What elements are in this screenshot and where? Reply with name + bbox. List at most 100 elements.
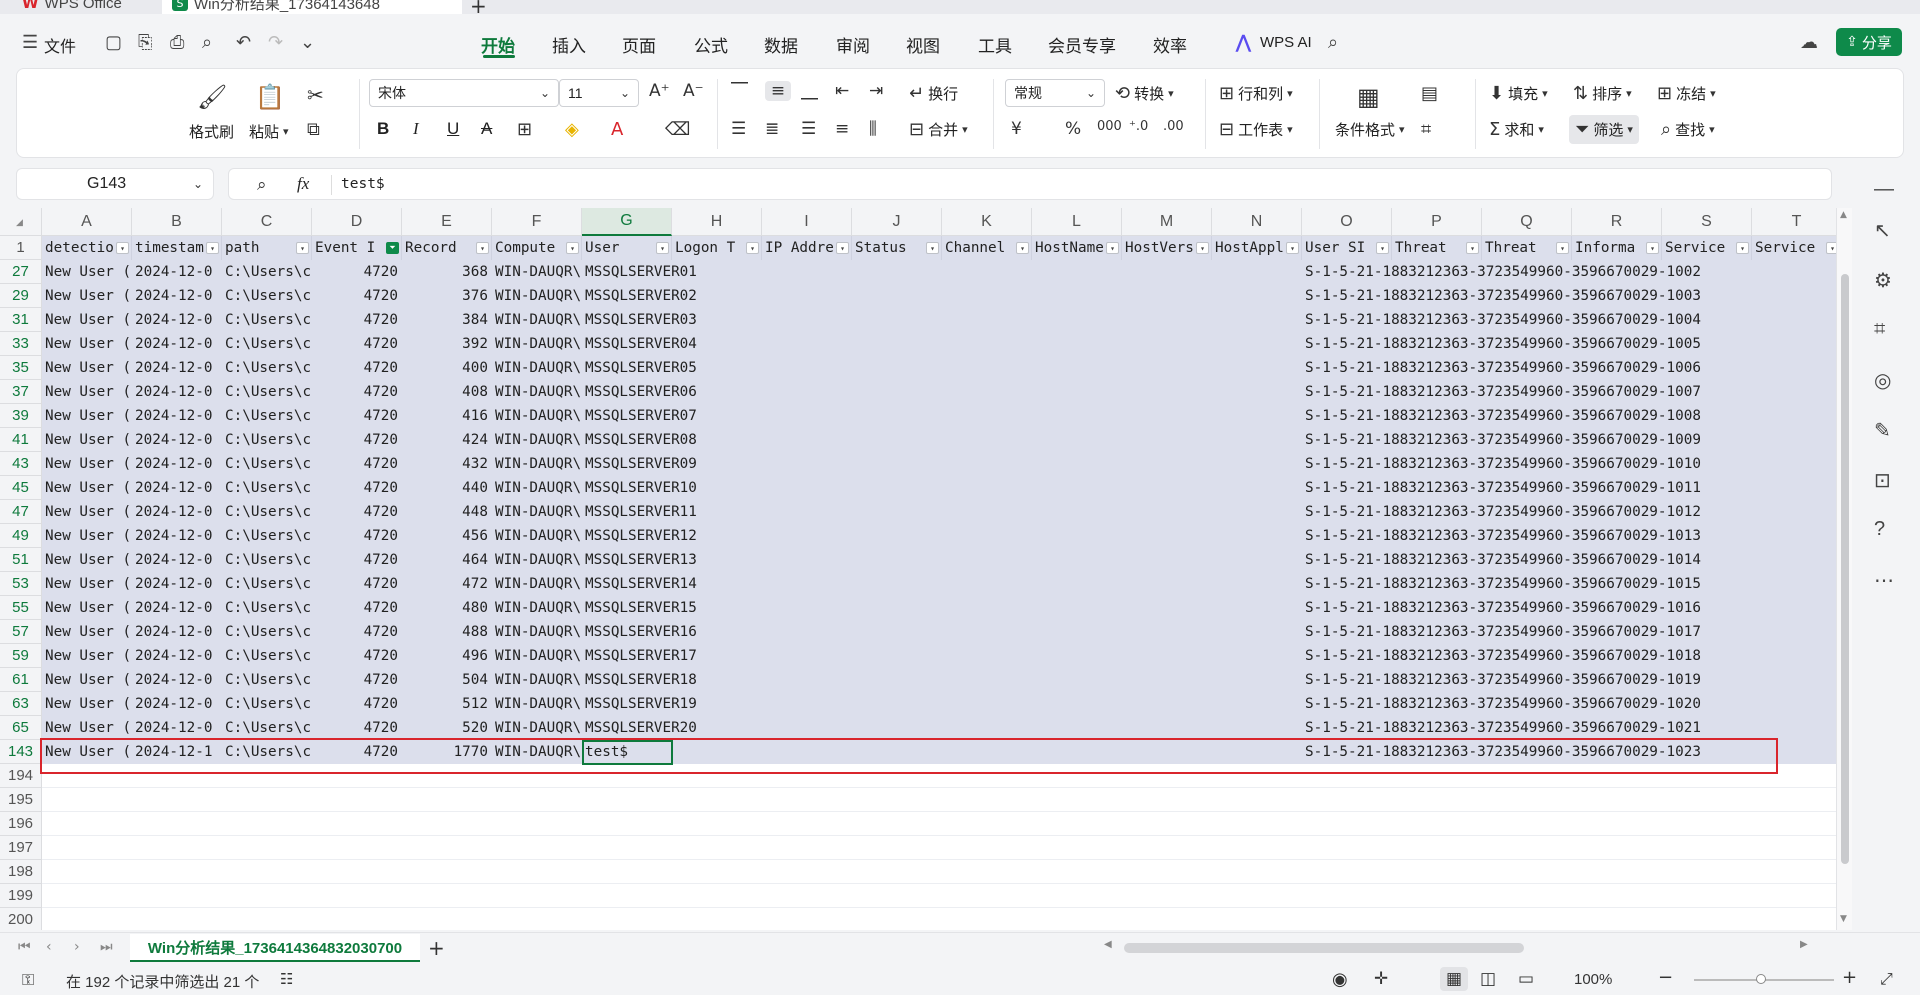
cell-f-row-51[interactable]: WIN-DAUQR\ <box>492 548 582 572</box>
cell-b-row-39[interactable]: 2024-12-0 <box>132 404 222 428</box>
cell-c-row-47[interactable]: C:\Users\c <box>222 500 312 524</box>
zoom-out-icon[interactable]: − <box>1658 967 1673 988</box>
cell-o-row-41[interactable]: S-1-5-21-1883212363-3723549960-359667002… <box>1302 428 1742 452</box>
row-header[interactable]: 31 <box>0 308 42 332</box>
cell-o-row-55[interactable]: S-1-5-21-1883212363-3723549960-359667002… <box>1302 596 1742 620</box>
filter-dropdown-icon[interactable]: ▾ <box>1286 242 1299 254</box>
decrease-font-icon[interactable]: A⁻ <box>683 81 704 101</box>
cell-f-row-33[interactable]: WIN-DAUQR\ <box>492 332 582 356</box>
prev-sheet-icon[interactable]: ‹ <box>46 939 52 955</box>
cell-g-row-57[interactable]: MSSQLSERVER16 <box>582 620 762 644</box>
cell-f-row-37[interactable]: WIN-DAUQR\ <box>492 380 582 404</box>
tools-icon[interactable]: ✎ <box>1874 418 1891 443</box>
collapse-icon[interactable]: — <box>1874 178 1894 201</box>
scroll-up-icon[interactable]: ▲ <box>1840 210 1847 220</box>
cell-c-row-33[interactable]: C:\Users\c <box>222 332 312 356</box>
eye-protection-icon[interactable]: ◉ <box>1332 969 1348 990</box>
cell-g-row-31[interactable]: MSSQLSERVER03 <box>582 308 762 332</box>
cell-a-row-53[interactable]: New User ( <box>42 572 132 596</box>
cell-a-row-47[interactable]: New User ( <box>42 500 132 524</box>
percent-icon[interactable]: % <box>1065 119 1081 139</box>
last-sheet-icon[interactable]: ⏭ <box>100 939 113 955</box>
align-left-icon[interactable]: ☰ <box>731 119 746 139</box>
more-chevron-icon[interactable]: ⌄ <box>300 32 315 53</box>
tab-efficiency[interactable]: 效率 <box>1153 32 1187 57</box>
help-icon[interactable]: ? <box>1874 518 1885 541</box>
cell-e-row-65[interactable]: 520 <box>402 716 492 740</box>
cell-b-row-49[interactable]: 2024-12-0 <box>132 524 222 548</box>
format-painter-button[interactable]: 格式刷 <box>189 121 234 142</box>
crop-icon[interactable]: ⌗ <box>1874 318 1885 341</box>
header-cell-t[interactable]: Service ▾ <box>1752 236 1836 260</box>
cell-c-row-61[interactable]: C:\Users\c <box>222 668 312 692</box>
cell-c-row-35[interactable]: C:\Users\c <box>222 356 312 380</box>
undo-icon[interactable]: ↶ <box>236 32 251 53</box>
underline-button[interactable]: U <box>447 119 459 139</box>
header-cell-j[interactable]: Status ▾ <box>852 236 942 260</box>
cell-d-row-45[interactable]: 4720 <box>312 476 402 500</box>
cell-e-row-37[interactable]: 408 <box>402 380 492 404</box>
align-right-icon[interactable]: ☰ <box>801 119 816 139</box>
cell-d-row-37[interactable]: 4720 <box>312 380 402 404</box>
list-icon[interactable]: ☷ <box>280 970 293 988</box>
paste-button[interactable]: 粘贴 ▾ <box>249 121 289 142</box>
row-header[interactable]: 195 <box>0 788 42 812</box>
cell-a-row-45[interactable]: New User ( <box>42 476 132 500</box>
italic-button[interactable]: I <box>413 119 419 139</box>
distribute-icon[interactable]: ⫼ <box>869 119 877 139</box>
cell-b-row-43[interactable]: 2024-12-0 <box>132 452 222 476</box>
row-header[interactable]: 27 <box>0 260 42 284</box>
cell-o-row-59[interactable]: S-1-5-21-1883212363-3723549960-359667002… <box>1302 644 1742 668</box>
row-header[interactable]: 33 <box>0 332 42 356</box>
cell-a-row-43[interactable]: New User ( <box>42 452 132 476</box>
thousands-icon[interactable]: 000 <box>1097 119 1122 134</box>
cell-e-row-57[interactable]: 488 <box>402 620 492 644</box>
cell-g-row-65[interactable]: MSSQLSERVER20 <box>582 716 762 740</box>
header-cell-a[interactable]: detectio ▾ <box>42 236 132 260</box>
cell-d-row-51[interactable]: 4720 <box>312 548 402 572</box>
zoom-slider-handle[interactable] <box>1756 974 1766 984</box>
cell-f-row-43[interactable]: WIN-DAUQR\ <box>492 452 582 476</box>
cell-o-row-39[interactable]: S-1-5-21-1883212363-3723549960-359667002… <box>1302 404 1742 428</box>
row-header[interactable]: 194 <box>0 764 42 788</box>
share-button[interactable]: ⇪ 分享 <box>1836 28 1902 56</box>
align-top-icon[interactable]: ⎺ <box>731 81 748 101</box>
header-cell-h[interactable]: Logon T ▾ <box>672 236 762 260</box>
zoom-formula-icon[interactable]: ⌕ <box>257 175 267 195</box>
row-header[interactable]: 65 <box>0 716 42 740</box>
cell-d-row-53[interactable]: 4720 <box>312 572 402 596</box>
align-middle-icon[interactable]: ≡ <box>765 81 791 101</box>
reading-view-icon[interactable]: ◫ <box>1480 969 1496 989</box>
filter-dropdown-icon[interactable]: ▾ <box>476 242 489 254</box>
font-color-icon[interactable]: A <box>611 119 623 140</box>
cloud-icon[interactable]: ☁ <box>1800 32 1818 53</box>
cell-g-row-51[interactable]: MSSQLSERVER13 <box>582 548 762 572</box>
column-header-r[interactable]: R <box>1572 208 1662 236</box>
cell-g-row-33[interactable]: MSSQLSERVER04 <box>582 332 762 356</box>
cell-d-row-31[interactable]: 4720 <box>312 308 402 332</box>
copy-icon[interactable]: ⧉ <box>307 119 320 140</box>
filter-dropdown-icon[interactable]: ▾ <box>116 242 129 254</box>
cross-highlight-icon[interactable]: ✛ <box>1374 969 1388 989</box>
worksheet-button[interactable]: ⊟ 工作表 ▾ <box>1219 119 1293 140</box>
cell-b-row-41[interactable]: 2024-12-0 <box>132 428 222 452</box>
currency-icon[interactable]: ¥ <box>1011 119 1022 139</box>
cell-f-row-45[interactable]: WIN-DAUQR\ <box>492 476 582 500</box>
row-header[interactable]: 63 <box>0 692 42 716</box>
cell-o-row-65[interactable]: S-1-5-21-1883212363-3723549960-359667002… <box>1302 716 1742 740</box>
cell-a-row-57[interactable]: New User ( <box>42 620 132 644</box>
sort-button[interactable]: ⇅ 排序 ▾ <box>1573 83 1632 104</box>
cell-e-row-47[interactable]: 448 <box>402 500 492 524</box>
header-cell-d[interactable]: Event I ⏷ <box>312 236 402 260</box>
cell-g-row-29[interactable]: MSSQLSERVER02 <box>582 284 762 308</box>
tab-wps-office[interactable]: W WPS Office <box>22 0 122 14</box>
wps-ai-button[interactable]: WPS AI <box>1260 34 1312 51</box>
row-header[interactable]: 37 <box>0 380 42 404</box>
header-cell-c[interactable]: path ▾ <box>222 236 312 260</box>
export-icon[interactable]: ⎘ <box>138 32 152 53</box>
conditional-format-button[interactable]: 条件格式 ▾ <box>1335 119 1405 140</box>
cell-o-row-29[interactable]: S-1-5-21-1883212363-3723549960-359667002… <box>1302 284 1742 308</box>
find-button[interactable]: ⌕ 查找 ▾ <box>1661 119 1715 140</box>
scroll-right-icon[interactable]: ▶ <box>1800 939 1808 950</box>
tab-review[interactable]: 审阅 <box>836 32 870 57</box>
